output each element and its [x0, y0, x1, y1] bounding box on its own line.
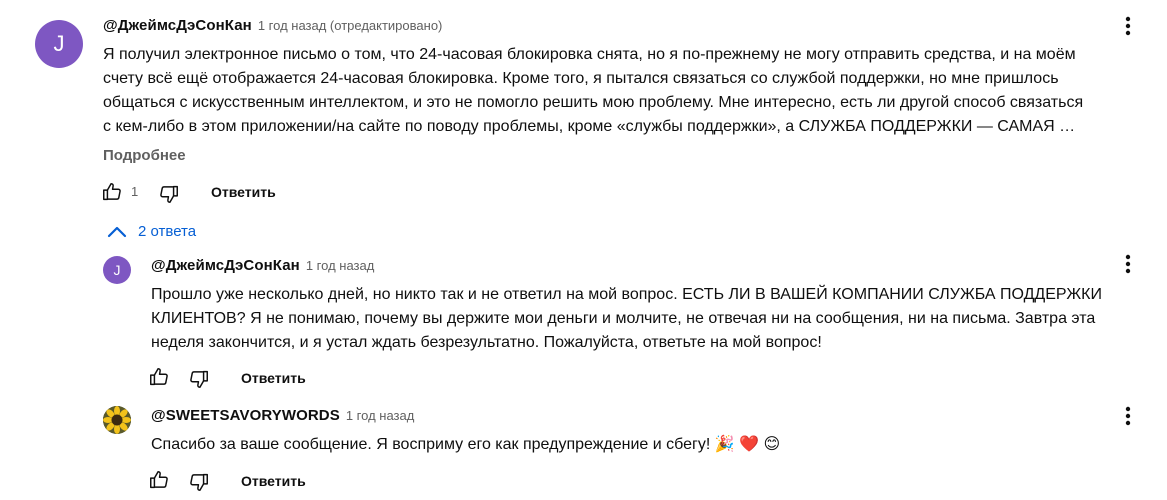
chevron-up-icon [107, 226, 127, 237]
comment-text-line: счету всё ещё отображается 24-часовая бл… [103, 70, 1059, 87]
reply-button[interactable]: Ответить [241, 473, 306, 489]
like-count: 1 [131, 184, 139, 199]
thumb-up-icon [150, 471, 168, 489]
replies-toggle-label: 2 ответа [138, 223, 197, 240]
like-button[interactable] [148, 469, 170, 491]
more-vertical-icon [1125, 254, 1131, 274]
like-button[interactable] [101, 181, 123, 203]
reply-text-line: КЛИЕНТОВ? Я не понимаю, почему вы держит… [151, 310, 1096, 327]
thumb-down-icon [190, 473, 208, 491]
reply-menu-button[interactable] [1116, 404, 1140, 428]
reply-text-line: Прошло уже несколько дней, но никто так … [151, 286, 1102, 303]
reply-header: @ДжеймсДэСонКан 1 год назад [151, 257, 374, 275]
reply-text-line: Спасибо за ваше сообщение. Я восприму ег… [151, 436, 781, 453]
avatar-letter: J [113, 262, 121, 278]
reply-text-line: неделя закончится, и я устал ждать безре… [151, 334, 822, 351]
comment-text-line: с кем-либо в этом приложении/на сайте по… [103, 118, 1076, 135]
dislike-button[interactable] [188, 368, 210, 390]
more-vertical-icon [1125, 406, 1131, 426]
reply-avatar[interactable]: J [103, 256, 131, 284]
avatar[interactable]: J [35, 20, 83, 68]
dislike-button[interactable] [188, 471, 210, 493]
comment-text-line: Я получил электронное письмо о том, что … [103, 46, 1076, 63]
read-more-button[interactable]: Подробнее [103, 147, 186, 164]
comment-time[interactable]: 1 год назад (отредактировано) [258, 18, 443, 33]
more-vertical-icon [1125, 16, 1131, 36]
dislike-button[interactable] [158, 183, 180, 205]
like-button[interactable] [148, 366, 170, 388]
comment-menu-button[interactable] [1116, 14, 1140, 38]
reply-header: @SWEETSAVORYWORDS 1 год назад [151, 407, 414, 425]
avatar-letter: J [53, 31, 65, 56]
reply-menu-button[interactable] [1116, 252, 1140, 276]
reply-text: Спасибо за ваше сообщение. Я восприму ег… [151, 433, 780, 457]
comment-text: Я получил электронное письмо о том, что … [103, 43, 1083, 139]
reply-avatar[interactable] [103, 406, 131, 434]
comment-header: @ДжеймсДэСонКан 1 год назад (отредактиров… [103, 17, 442, 35]
reply-author[interactable]: @ДжеймсДэСонКан [151, 257, 300, 274]
comment-author[interactable]: @ДжеймсДэСонКан [103, 17, 252, 34]
reply-author[interactable]: @SWEETSAVORYWORDS [151, 407, 340, 424]
comment-text-line: общаться с искусственным интеллектом, и … [103, 94, 1084, 111]
reply-button[interactable]: Ответить [211, 184, 276, 200]
thumb-up-icon [150, 368, 168, 386]
sunflower-avatar-image [103, 406, 131, 434]
thumb-down-icon [190, 370, 208, 388]
thumb-up-icon [103, 183, 121, 201]
thumb-down-icon [160, 185, 178, 203]
reply-button[interactable]: Ответить [241, 370, 306, 386]
reply-time[interactable]: 1 год назад [346, 408, 414, 423]
reply-text: Прошло уже несколько дней, но никто так … [151, 283, 1102, 355]
reply-time[interactable]: 1 год назад [306, 258, 374, 273]
replies-toggle[interactable]: 2 ответа [107, 223, 196, 240]
